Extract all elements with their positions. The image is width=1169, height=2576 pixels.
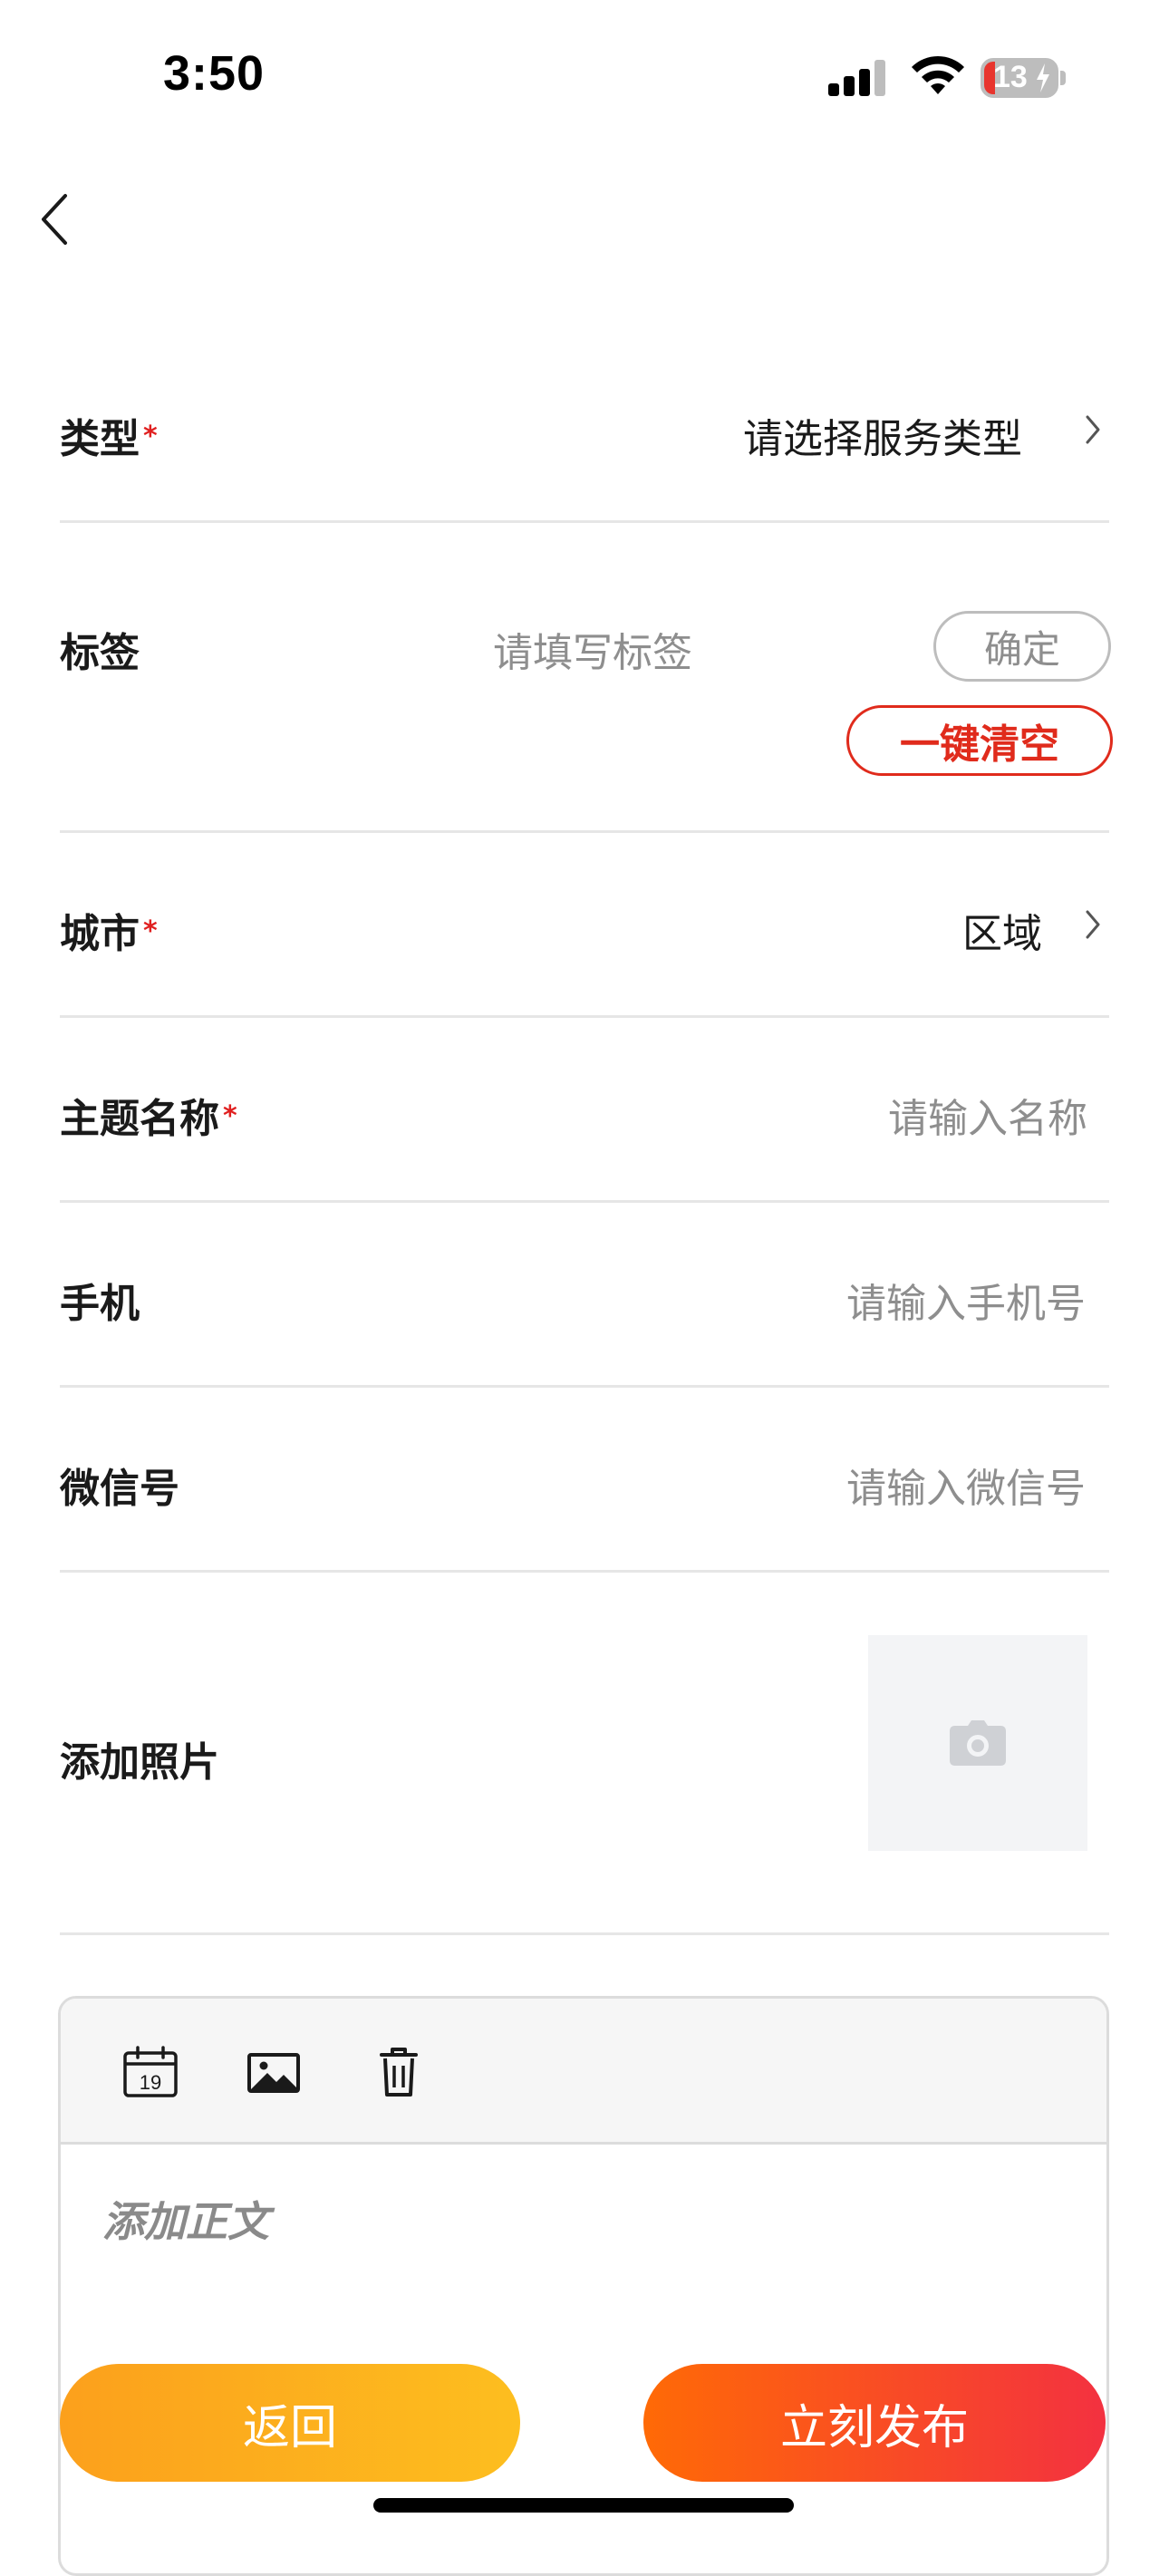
divider (60, 520, 1109, 523)
home-indicator (373, 2498, 794, 2513)
type-label: 类型 * (60, 406, 158, 464)
add-photo-button[interactable] (868, 1635, 1087, 1851)
divider (60, 1200, 1109, 1203)
required-marker: * (143, 421, 158, 452)
chevron-left-icon[interactable] (36, 192, 72, 247)
phone-label: 手机 (60, 1281, 140, 1327)
required-marker: * (223, 1100, 237, 1132)
wechat-label: 微信号 (60, 1466, 179, 1512)
subject-input[interactable]: 请输入名称 (888, 1086, 1087, 1144)
chevron-right-icon (1086, 415, 1100, 444)
calendar-day: 19 (140, 2071, 161, 2094)
battery-icon: 13 (981, 58, 1058, 98)
city-label: 城市 * (60, 901, 158, 959)
chevron-right-icon (1086, 910, 1100, 939)
rich-text-editor[interactable]: 19 添加正文 (58, 1996, 1109, 2576)
phone-input[interactable]: 请输入手机号 (846, 1271, 1086, 1329)
divider (60, 1385, 1109, 1388)
image-icon[interactable] (246, 2046, 302, 2098)
camera-icon (950, 1720, 1006, 1766)
city-select[interactable]: 区域 (962, 901, 1042, 959)
status-time: 3:50 (163, 46, 266, 101)
confirm-tag-button[interactable]: 确定 (933, 611, 1111, 682)
editor-placeholder: 添加正文 (102, 2197, 269, 2246)
cellular-signal-icon (828, 60, 886, 96)
divider (60, 1570, 1109, 1573)
wechat-input[interactable]: 请输入微信号 (846, 1456, 1086, 1514)
back-button[interactable]: 返回 (60, 2364, 520, 2482)
clear-all-button[interactable]: 一键清空 (846, 705, 1113, 776)
wifi-icon (912, 55, 964, 94)
tags-label: 标签 (60, 630, 140, 676)
subject-label: 主题名称 * (60, 1086, 237, 1144)
charging-bolt-icon (1037, 63, 1049, 92)
type-select[interactable]: 请选择服务类型 (743, 406, 1022, 464)
editor-toolbar: 19 (61, 1999, 1106, 2145)
tags-input[interactable]: 请填写标签 (493, 620, 692, 678)
divider (60, 830, 1109, 833)
publish-button[interactable]: 立刻发布 (643, 2364, 1106, 2482)
calendar-icon[interactable]: 19 (122, 2046, 179, 2098)
photo-label: 添加照片 (60, 1739, 219, 1786)
subject-label-text: 主题名称 (60, 1096, 219, 1142)
divider (60, 1932, 1109, 1935)
divider (60, 1015, 1109, 1018)
trash-icon[interactable] (371, 2046, 427, 2098)
type-label-text: 类型 (60, 416, 140, 462)
battery-tip (1060, 71, 1066, 85)
required-marker: * (143, 915, 158, 947)
battery-level: 13 (993, 60, 1028, 94)
city-label-text: 城市 (60, 911, 140, 957)
